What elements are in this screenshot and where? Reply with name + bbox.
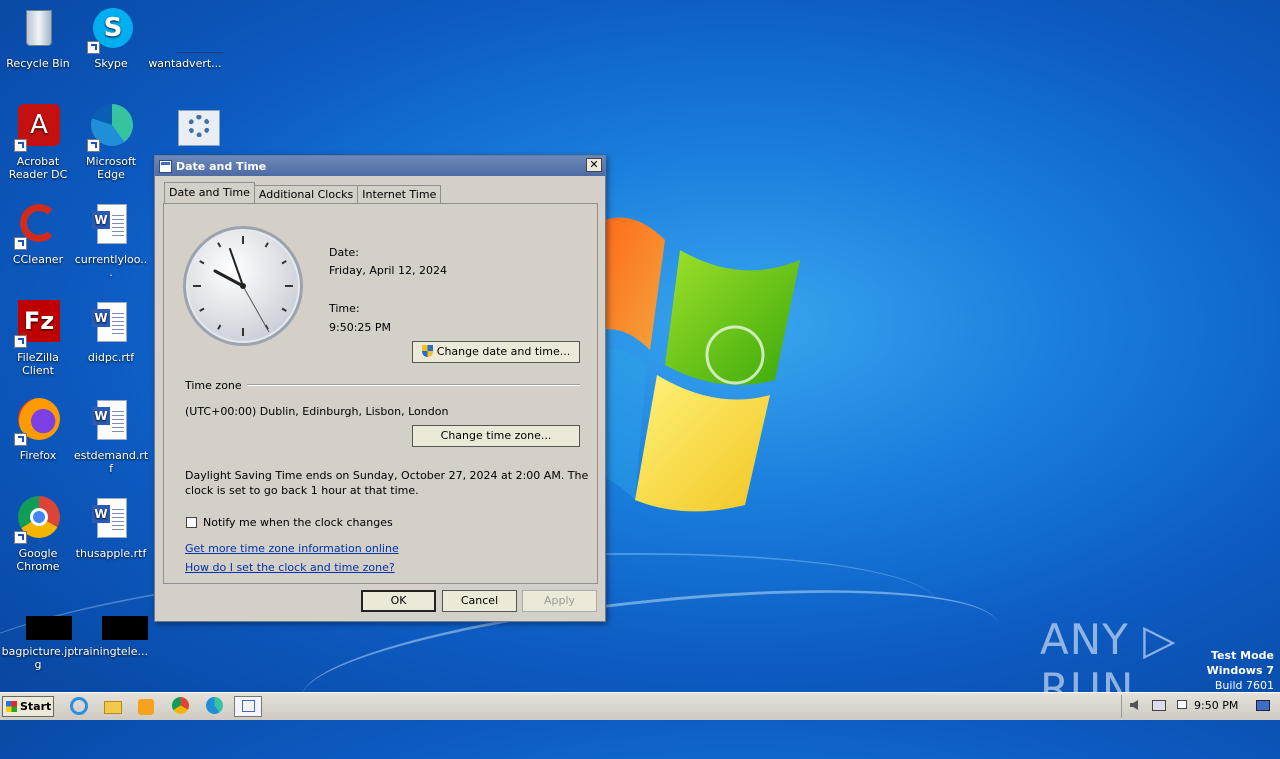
desktop-icon-label: bagpicture.jpg xyxy=(1,645,75,671)
dialog-titlebar[interactable]: Date and Time ✕ xyxy=(155,156,605,176)
desktop-icon-bagpicture[interactable]: bagpicture.jpg xyxy=(0,614,76,671)
desktop-icon-currentlyloo[interactable]: W currentlyloo... xyxy=(73,202,149,279)
desktop-icon-ccleaner[interactable]: CCleaner xyxy=(0,202,76,266)
calendar-icon xyxy=(159,159,172,173)
desktop-icon-label: Google Chrome xyxy=(16,547,60,573)
media-player-icon[interactable] xyxy=(138,697,158,717)
tab-date-and-time[interactable]: Date and Time xyxy=(164,182,255,203)
internet-explorer-icon[interactable] xyxy=(70,697,90,717)
close-button[interactable]: ✕ xyxy=(586,158,602,172)
show-desktop-icon[interactable] xyxy=(1256,697,1272,713)
time-label: Time: xyxy=(329,302,360,315)
change-time-zone-button[interactable]: Change time zone... xyxy=(412,425,580,447)
windows-flag-icon xyxy=(6,701,17,712)
word-document-icon: W xyxy=(87,202,135,250)
os-label: Windows 7 xyxy=(1206,664,1274,677)
build-label: Build 7601 xyxy=(1214,679,1274,692)
word-document-icon: W xyxy=(87,300,135,348)
cancel-button[interactable]: Cancel xyxy=(442,590,517,612)
tab-internet-time[interactable]: Internet Time xyxy=(357,185,442,203)
dst-info-line2: clock is set to go back 1 hour at that t… xyxy=(185,484,419,497)
speaker-icon[interactable] xyxy=(1130,697,1146,713)
date-time-dialog: Date and Time ✕ Date and Time Additional… xyxy=(154,155,606,622)
change-date-time-button[interactable]: Change date and time... xyxy=(412,341,580,363)
timezone-heading: Time zone xyxy=(185,379,242,392)
taskbar-clock[interactable]: 9:50 PM xyxy=(1194,699,1238,712)
desktop-icon-label: Acrobat Reader DC xyxy=(8,155,68,181)
image-thumbnail-icon xyxy=(14,614,72,642)
word-document-icon: W xyxy=(87,496,135,544)
apply-button[interactable]: Apply xyxy=(522,590,597,612)
desktop-icon-label: Skype xyxy=(94,57,128,70)
more-timezone-info-link[interactable]: Get more time zone information online xyxy=(185,542,399,555)
timezone-value: (UTC+00:00) Dublin, Edinburgh, Lisbon, L… xyxy=(185,405,449,418)
desktop-icon-trainingtele[interactable]: trainingtele... xyxy=(73,614,149,658)
start-button[interactable]: Start xyxy=(2,696,54,717)
desktop-icon-chrome[interactable]: Google Chrome xyxy=(0,496,76,573)
desktop-icon-thusapple[interactable]: W thusapple.rtf xyxy=(73,496,149,560)
test-mode-label: Test Mode xyxy=(1211,649,1274,662)
dialog-tabs: Date and Time Additional Clocks Internet… xyxy=(164,182,442,203)
recycle-bin-icon xyxy=(14,6,62,54)
date-time-taskbar-button[interactable] xyxy=(234,696,262,717)
ok-button[interactable]: OK xyxy=(361,590,436,612)
desktop-icon-label: CCleaner xyxy=(12,253,64,266)
ccleaner-icon xyxy=(14,202,62,250)
desktop-icon-label: didpc.rtf xyxy=(87,351,135,364)
desktop-icon-skype[interactable]: S Skype xyxy=(73,6,149,70)
uac-shield-icon xyxy=(421,345,433,357)
desktop-icon-label: thusapple.rtf xyxy=(75,547,147,560)
desktop-icon-label: FileZilla Client xyxy=(17,351,59,377)
test-mode-notice: Test Mode Windows 7 Build 7601 xyxy=(1207,648,1274,693)
desktop-icon-label: Recycle Bin xyxy=(6,57,70,70)
word-document-icon: W xyxy=(87,398,135,446)
desktop-icon-label: Firefox xyxy=(19,449,57,462)
start-label: Start xyxy=(20,700,52,713)
how-set-clock-link[interactable]: How do I set the clock and time zone? xyxy=(185,561,395,574)
windows-logo xyxy=(595,217,800,512)
chrome-icon[interactable] xyxy=(172,697,192,717)
desktop-icon-wantadvert[interactable]: wantadvert... xyxy=(147,6,223,70)
desktop-icon-label: estdemand.rtf xyxy=(73,449,149,475)
desktop-icon-label: trainingtele... xyxy=(73,645,148,658)
acrobat-icon: A xyxy=(14,104,62,152)
desktop-icon-edge[interactable]: Microsoft Edge xyxy=(73,104,149,181)
network-icon[interactable] xyxy=(1152,697,1168,713)
analog-clock xyxy=(183,226,303,346)
time-value: 9:50:25 PM xyxy=(329,321,392,334)
dialog-title: Date and Time xyxy=(176,159,267,173)
tab-additional-clocks[interactable]: Additional Clocks xyxy=(253,185,359,203)
gear-icon xyxy=(161,104,220,152)
desktop-icon-recycle-bin[interactable]: Recycle Bin xyxy=(0,6,76,70)
image-thumbnail-icon xyxy=(87,614,148,642)
desktop-icon-label: wantadvert... xyxy=(148,57,222,70)
timezone-separator xyxy=(247,384,580,386)
skype-icon: S xyxy=(87,6,135,54)
file-icon xyxy=(161,6,223,54)
desktop-icon-filezilla[interactable]: Fz FileZilla Client xyxy=(0,300,76,377)
date-label: Date: xyxy=(329,246,359,259)
filezilla-icon: Fz xyxy=(14,300,62,348)
desktop-icon-label: currentlyloo... xyxy=(74,253,148,279)
desktop-icon-didpc[interactable]: W didpc.rtf xyxy=(73,300,149,364)
change-date-time-label: Change date and time... xyxy=(436,345,571,358)
dst-info-line1: Daylight Saving Time ends on Sunday, Oct… xyxy=(185,469,589,482)
desktop-icon-firefox[interactable]: Firefox xyxy=(0,398,76,462)
edge-icon xyxy=(87,104,135,152)
taskbar: Start 9:50 PM xyxy=(0,692,1280,720)
action-center-flag-icon[interactable] xyxy=(1174,697,1190,713)
desktop-icon-settings-app[interactable] xyxy=(147,104,223,155)
chrome-icon xyxy=(14,496,62,544)
folder-icon[interactable] xyxy=(104,697,124,717)
desktop-icon-acrobat[interactable]: A Acrobat Reader DC xyxy=(0,104,76,181)
desktop-icon-estdemand[interactable]: W estdemand.rtf xyxy=(73,398,149,475)
system-tray: 9:50 PM xyxy=(1121,695,1280,718)
edge-icon[interactable] xyxy=(206,697,226,717)
firefox-icon xyxy=(14,398,62,446)
date-value: Friday, April 12, 2024 xyxy=(329,264,447,277)
tab-panel: Date: Friday, April 12, 2024 Time: 9:50:… xyxy=(163,203,598,584)
notify-label: Notify me when the clock changes xyxy=(203,516,393,529)
desktop-icon-label: Microsoft Edge xyxy=(85,155,137,181)
notify-checkbox[interactable] xyxy=(186,517,197,528)
